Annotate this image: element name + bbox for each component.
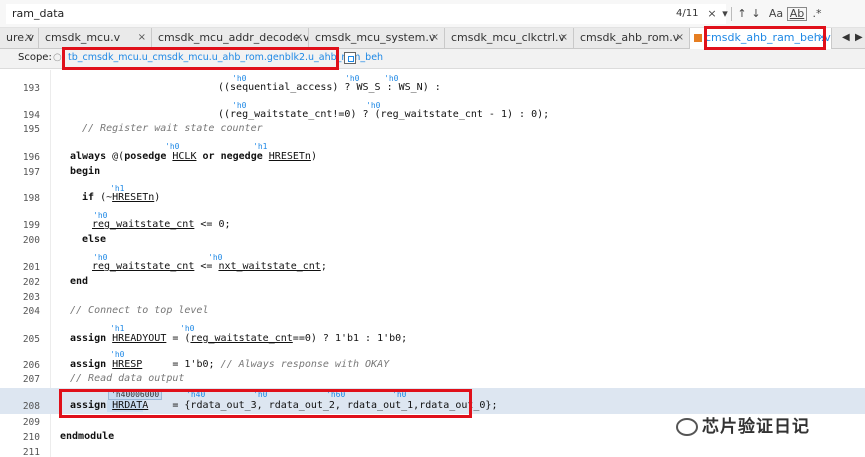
tab-label: cmsdk_mcu_system.v: [315, 31, 436, 44]
value-annotation: 'h0: [180, 324, 195, 333]
tab-scroll-right-icon[interactable]: ▶: [855, 28, 863, 49]
code-text: reg_waitstate_cnt <= 0;: [92, 219, 231, 230]
line-number: 195: [22, 124, 40, 135]
code-line: 'h0 'h0 194 ((reg_waitstate_cnt!=0) ? (r…: [0, 97, 865, 122]
tab-label: cmsdk_mcu.v: [45, 31, 121, 44]
code-line: 197 begin: [0, 165, 865, 179]
line-number: 206: [22, 360, 40, 371]
line-number: 201: [22, 262, 40, 273]
regex-toggle[interactable]: .*: [808, 6, 826, 22]
tab-scroll-left-icon[interactable]: ◀: [842, 28, 850, 49]
line-number: 202: [22, 277, 40, 288]
code-text: end: [70, 276, 89, 287]
tab-cmsdk-mcu[interactable]: cmsdk_mcu.v ×: [39, 28, 152, 49]
close-icon[interactable]: ×: [676, 28, 684, 48]
code-text: begin: [70, 166, 101, 177]
line-number: 208: [22, 401, 40, 412]
close-icon[interactable]: ×: [25, 28, 33, 48]
value-annotation: 'h1: [110, 324, 125, 333]
code-line: 195 // Register wait state counter: [0, 122, 865, 136]
tab-label: cmsdk_ahb_rom.v: [580, 31, 680, 44]
tab-cmsdk-ahb-rom[interactable]: cmsdk_ahb_rom.v ×: [574, 28, 690, 49]
code-line: 'h1 198 if (~HRESETn): [0, 183, 865, 205]
line-number: 194: [22, 110, 40, 121]
tab-label: cmsdk_mcu_addr_decode.v: [158, 31, 309, 44]
code-line: 'h1 'h0 205 assign HREADYOUT = (reg_wait…: [0, 322, 865, 346]
code-line: 'h0 'h0 201 reg_waitstate_cnt <= nxt_wai…: [0, 252, 865, 274]
line-number: 205: [22, 334, 40, 345]
divider: [731, 7, 732, 21]
close-icon[interactable]: ×: [295, 28, 303, 48]
find-match-count: 4/11: [676, 8, 699, 19]
code-text: assign HREADYOUT = (reg_waitstate_cnt==0…: [70, 333, 408, 344]
code-text: assign HRESP = 1'b0; // Always response …: [70, 359, 390, 370]
code-line: 'h0 'h0 'h0 193 ((sequential_access) ? W…: [0, 70, 865, 95]
value-annotation: 'h0: [110, 350, 125, 359]
code-line: 'h0 199 reg_waitstate_cnt <= 0;: [0, 210, 865, 232]
find-bar: ram_data 4/11 × ▾ ↑ ↓ Aa Ab .*: [0, 0, 865, 28]
highlight-box-line-208: [59, 389, 472, 418]
code-line: 'h0 'h1 196 always @(posedge HCLK or neg…: [0, 140, 865, 165]
code-line: 202 end: [0, 275, 865, 289]
line-number: 193: [22, 83, 40, 94]
line-number: 197: [22, 167, 40, 178]
scope-label: Scope:: [18, 52, 52, 63]
next-match-icon[interactable]: ↓: [748, 6, 764, 22]
close-icon[interactable]: ×: [138, 28, 146, 48]
watermark: 芯片验证日记: [676, 412, 810, 437]
scope-bullet-icon: ○: [53, 52, 62, 63]
verilog-file-icon: [694, 34, 702, 42]
value-annotation: 'h1: [253, 142, 268, 151]
tab-ure-v[interactable]: ure.v ×: [0, 28, 39, 49]
code-line: 207 // Read data output: [0, 372, 865, 386]
line-number: 199: [22, 220, 40, 231]
copy-scope-icon[interactable]: [344, 52, 356, 64]
tab-cmsdk-mcu-system[interactable]: cmsdk_mcu_system.v ×: [309, 28, 445, 49]
comment-text: // Read data output: [70, 373, 185, 384]
line-number: 211: [22, 447, 40, 457]
line-number: 203: [22, 292, 40, 303]
tab-cmsdk-mcu-clkctrl[interactable]: cmsdk_mcu_clkctrl.v ×: [445, 28, 574, 49]
code-text: reg_waitstate_cnt <= nxt_waitstate_cnt;: [92, 261, 327, 272]
code-text: ((sequential_access) ? WS_S : WS_N) :: [218, 82, 441, 93]
code-text: ((reg_waitstate_cnt!=0) ? (reg_waitstate…: [218, 109, 550, 120]
comment-text: // Connect to top level: [70, 305, 209, 316]
value-annotation: 'h0: [165, 142, 180, 151]
line-number: 207: [22, 374, 40, 385]
whole-word-toggle[interactable]: Ab: [787, 7, 807, 21]
close-icon[interactable]: ×: [560, 28, 568, 48]
code-line: 200 else: [0, 233, 865, 247]
line-number: 209: [22, 417, 40, 428]
line-number: 204: [22, 306, 40, 317]
code-text: else: [82, 234, 107, 245]
code-text: endmodule: [60, 431, 115, 442]
highlight-box-active-tab: [704, 26, 826, 50]
line-number: 198: [22, 193, 40, 204]
close-icon[interactable]: ×: [431, 28, 439, 48]
code-line: 'h0 206 assign HRESP = 1'b0; // Always r…: [0, 348, 865, 372]
tab-label: cmsdk_mcu_clkctrl.v: [451, 31, 566, 44]
wechat-logo-icon: [676, 418, 698, 436]
comment-text: // Register wait state counter: [82, 123, 263, 134]
line-number: 196: [22, 152, 40, 163]
watermark-text: 芯片验证日记: [702, 417, 810, 437]
code-line: 204 // Connect to top level: [0, 304, 865, 318]
code-text: always @(posedge HCLK or negedge HRESETn…: [70, 151, 317, 162]
highlight-box-scope-path: [62, 47, 339, 70]
find-input[interactable]: ram_data: [6, 4, 726, 24]
line-number: 210: [22, 432, 40, 443]
tab-cmsdk-mcu-addr-decode[interactable]: cmsdk_mcu_addr_decode.v ×: [152, 28, 309, 49]
line-number: 200: [22, 235, 40, 246]
match-case-toggle[interactable]: Aa: [765, 6, 787, 22]
code-line: 211: [0, 445, 865, 457]
code-text: if (~HRESETn): [82, 192, 161, 203]
code-line: 203: [0, 290, 865, 304]
